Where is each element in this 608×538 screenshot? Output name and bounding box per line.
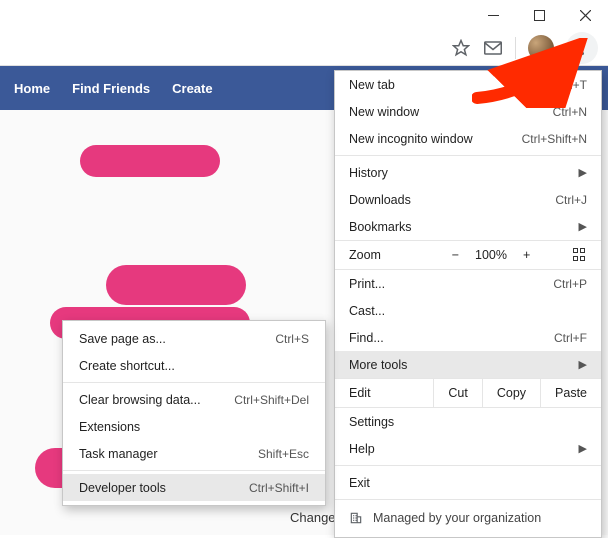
menu-label: New window (349, 105, 419, 119)
fb-nav-create[interactable]: Create (172, 81, 212, 96)
menu-exit[interactable]: Exit (335, 469, 601, 496)
menu-separator (63, 470, 325, 471)
menu-separator (335, 499, 601, 500)
menu-shortcut: Ctrl+F (554, 331, 587, 345)
menu-cast[interactable]: Cast... (335, 297, 601, 324)
menu-shortcut: Shift+Esc (258, 447, 309, 461)
menu-edit-row: Edit Cut Copy Paste (335, 378, 601, 408)
kebab-icon (581, 40, 584, 55)
menu-settings[interactable]: Settings (335, 408, 601, 435)
menu-label: Cast... (349, 304, 385, 318)
menu-help[interactable]: Help ▶ (335, 435, 601, 462)
managed-label: Managed by your organization (373, 511, 541, 525)
menu-label: History (349, 166, 388, 180)
fb-nav-links: Home Find Friends Create (14, 81, 213, 96)
menu-separator (335, 465, 601, 466)
edit-paste-button[interactable]: Paste (540, 379, 601, 407)
submenu-clear-browsing-data[interactable]: Clear browsing data... Ctrl+Shift+Del (63, 386, 325, 413)
submenu-save-page[interactable]: Save page as... Ctrl+S (63, 325, 325, 352)
browser-toolbar (0, 30, 608, 66)
menu-more-tools[interactable]: More tools ▶ (335, 351, 601, 378)
more-tools-submenu: Save page as... Ctrl+S Create shortcut...… (62, 320, 326, 506)
chrome-main-menu: New tab Ctrl+T New window Ctrl+N New incog… (334, 70, 602, 538)
menu-print[interactable]: Print... Ctrl+P (335, 270, 601, 297)
menu-shortcut: Ctrl+Shift+N (522, 132, 587, 146)
menu-label: Downloads (349, 193, 411, 207)
menu-shortcut: Ctrl+S (275, 332, 309, 346)
profile-avatar[interactable] (528, 35, 554, 61)
close-button[interactable] (562, 0, 608, 30)
menu-downloads[interactable]: Downloads Ctrl+J (335, 186, 601, 213)
menu-label: Find... (349, 331, 384, 345)
menu-bookmarks[interactable]: Bookmarks ▶ (335, 213, 601, 240)
menu-new-incognito[interactable]: New incognito window Ctrl+Shift+N (335, 125, 601, 152)
submenu-extensions[interactable]: Extensions (63, 413, 325, 440)
menu-label: Bookmarks (349, 220, 412, 234)
menu-shortcut: Ctrl+Shift+Del (234, 393, 309, 407)
menu-separator (335, 155, 601, 156)
menu-label: Settings (349, 415, 394, 429)
menu-label: Exit (349, 476, 370, 490)
menu-shortcut: Ctrl+P (553, 277, 587, 291)
minimize-button[interactable] (470, 0, 516, 30)
menu-label: Create shortcut... (79, 359, 175, 373)
menu-shortcut: Ctrl+J (555, 193, 587, 207)
chat-bubble (106, 265, 246, 305)
menu-new-window[interactable]: New window Ctrl+N (335, 98, 601, 125)
menu-label: More tools (349, 358, 407, 372)
menu-label: New tab (349, 78, 395, 92)
menu-separator (63, 382, 325, 383)
submenu-arrow-icon: ▶ (579, 358, 587, 371)
menu-find[interactable]: Find... Ctrl+F (335, 324, 601, 351)
submenu-task-manager[interactable]: Task manager Shift+Esc (63, 440, 325, 467)
menu-shortcut: Ctrl+N (553, 105, 587, 119)
menu-label: New incognito window (349, 132, 473, 146)
edit-label: Edit (335, 386, 433, 400)
zoom-label: Zoom (349, 248, 409, 262)
menu-shortcut: Ctrl+Shift+I (249, 481, 309, 495)
submenu-developer-tools[interactable]: Developer tools Ctrl+Shift+I (63, 474, 325, 501)
zoom-in-button[interactable]: + (523, 248, 530, 262)
fb-nav-find-friends[interactable]: Find Friends (72, 81, 150, 96)
menu-shortcut: Ctrl+T (554, 78, 587, 92)
window-controls (470, 0, 608, 30)
submenu-create-shortcut[interactable]: Create shortcut... (63, 352, 325, 379)
menu-label: Extensions (79, 420, 140, 434)
submenu-arrow-icon: ▶ (579, 166, 587, 179)
menu-label: Save page as... (79, 332, 166, 346)
fb-nav-home[interactable]: Home (14, 81, 50, 96)
chrome-menu-button[interactable] (566, 32, 598, 64)
chat-bubble (80, 145, 220, 177)
menu-label: Task manager (79, 447, 158, 461)
menu-label: Clear browsing data... (79, 393, 201, 407)
maximize-button[interactable] (516, 0, 562, 30)
building-icon (349, 511, 363, 525)
mail-icon[interactable] (483, 38, 503, 58)
submenu-arrow-icon: ▶ (579, 442, 587, 455)
menu-history[interactable]: History ▶ (335, 159, 601, 186)
menu-zoom-row: Zoom − 100% + (335, 240, 601, 270)
edit-copy-button[interactable]: Copy (482, 379, 540, 407)
menu-new-tab[interactable]: New tab Ctrl+T (335, 71, 601, 98)
zoom-value: 100% (475, 248, 507, 262)
menu-label: Help (349, 442, 375, 456)
menu-label: Print... (349, 277, 385, 291)
zoom-out-button[interactable]: − (452, 248, 459, 262)
submenu-arrow-icon: ▶ (579, 220, 587, 233)
bookmark-star-icon[interactable] (451, 38, 471, 58)
fullscreen-icon[interactable] (573, 248, 587, 262)
menu-label: Developer tools (79, 481, 166, 495)
menu-managed-by-org[interactable]: Managed by your organization (335, 503, 601, 533)
edit-cut-button[interactable]: Cut (433, 379, 481, 407)
divider (515, 37, 516, 59)
